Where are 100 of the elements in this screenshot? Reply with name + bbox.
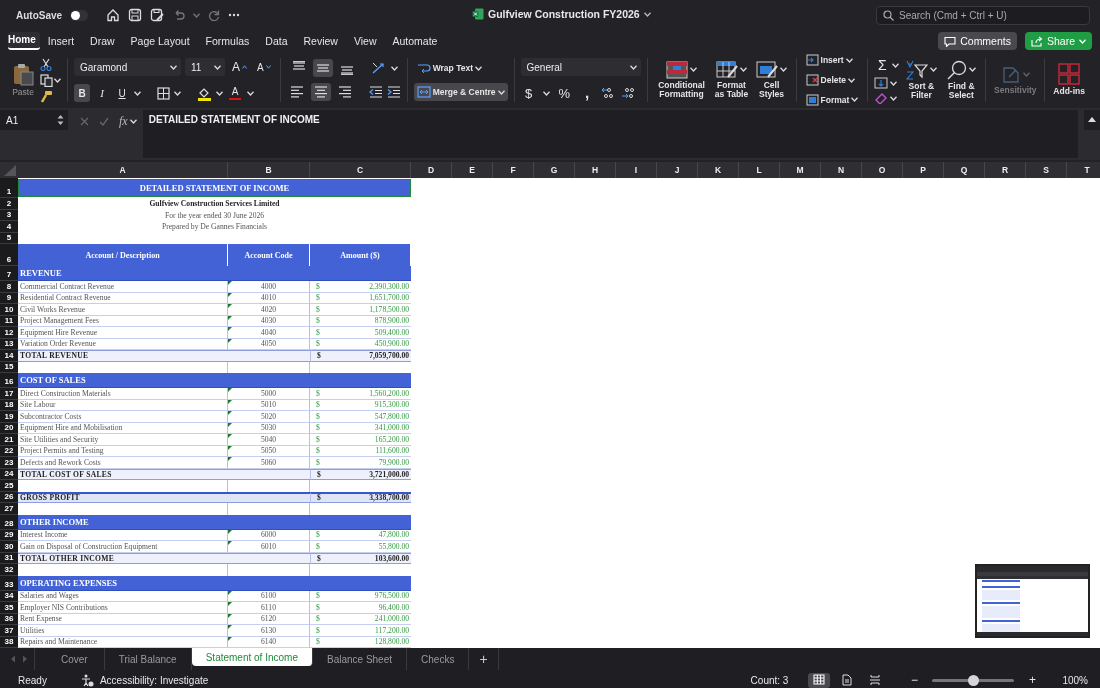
error-indicator-icon[interactable] bbox=[228, 315, 232, 320]
fill-down-icon[interactable] bbox=[874, 77, 889, 89]
column-header[interactable]: B bbox=[228, 162, 310, 178]
zoom-in-button[interactable]: + bbox=[1024, 671, 1041, 688]
column-header[interactable]: H bbox=[575, 162, 616, 178]
row-header[interactable]: 6 bbox=[0, 244, 18, 266]
sheet-tab[interactable]: Statement of Income bbox=[191, 648, 313, 666]
grow-font-button[interactable]: A bbox=[229, 58, 250, 76]
name-box[interactable]: A1 bbox=[0, 110, 68, 130]
row-header[interactable]: 21 bbox=[0, 434, 18, 446]
row-header[interactable]: 23 bbox=[0, 457, 18, 469]
error-indicator-icon[interactable] bbox=[228, 399, 232, 404]
autosum-button[interactable]: Σ bbox=[874, 56, 891, 74]
italic-button[interactable]: I bbox=[94, 84, 110, 102]
insert-cells-button[interactable]: Insert bbox=[802, 52, 856, 69]
ribbon-tab[interactable]: Data bbox=[257, 31, 296, 51]
column-header[interactable]: I bbox=[616, 162, 657, 178]
error-indicator-icon[interactable] bbox=[228, 613, 232, 618]
format-cells-button[interactable]: Format bbox=[802, 91, 862, 108]
merge-centre-button[interactable]: Merge & Centre bbox=[413, 83, 508, 101]
error-indicator-icon[interactable] bbox=[228, 281, 232, 285]
ribbon-tab[interactable]: Draw bbox=[82, 31, 123, 51]
shrink-font-button[interactable]: A bbox=[254, 58, 274, 76]
row-header[interactable]: 30 bbox=[0, 541, 18, 553]
zoom-thumb[interactable] bbox=[968, 674, 980, 686]
increase-decimal-icon[interactable] bbox=[601, 87, 616, 99]
font-size-dropdown[interactable]: 11 bbox=[185, 58, 225, 76]
error-indicator-icon[interactable] bbox=[228, 304, 232, 308]
sort-filter-button[interactable]: Sort & Filter bbox=[903, 59, 940, 101]
column-header[interactable]: C bbox=[310, 162, 411, 178]
ribbon-tab[interactable]: Home bbox=[8, 32, 40, 50]
save-icon[interactable] bbox=[128, 8, 143, 22]
more-icon[interactable] bbox=[228, 13, 241, 17]
cut-icon[interactable] bbox=[40, 57, 52, 71]
column-header[interactable]: F bbox=[493, 162, 534, 178]
error-indicator-icon[interactable] bbox=[228, 411, 232, 415]
ribbon-tab[interactable]: Page Layout bbox=[122, 31, 198, 51]
title-banner[interactable]: DETAILED STATEMENT OF INCOME bbox=[18, 179, 411, 197]
column-header[interactable]: E bbox=[452, 162, 493, 178]
error-indicator-icon[interactable] bbox=[228, 590, 232, 595]
row-header[interactable]: 16 bbox=[0, 373, 18, 388]
zoom-out-button[interactable]: − bbox=[906, 671, 923, 688]
column-header[interactable]: K bbox=[698, 162, 739, 178]
collapse-icon[interactable] bbox=[1084, 110, 1100, 130]
row-header[interactable]: 17 bbox=[0, 388, 18, 400]
row-header[interactable]: 25 bbox=[0, 480, 18, 492]
decrease-indent-icon[interactable] bbox=[368, 86, 383, 98]
column-header[interactable]: G bbox=[534, 162, 575, 178]
error-indicator-icon[interactable] bbox=[228, 338, 232, 343]
search-box[interactable]: Search (Cmd + Ctrl + U) bbox=[876, 5, 1090, 25]
autosave-toggle[interactable] bbox=[70, 9, 89, 21]
sheet-preview-drawing[interactable] bbox=[975, 564, 1090, 638]
error-indicator-icon[interactable] bbox=[228, 388, 232, 392]
format-as-table-button[interactable]: Format as Table bbox=[711, 60, 752, 100]
error-indicator-icon[interactable] bbox=[228, 327, 232, 331]
column-header[interactable]: P bbox=[903, 162, 944, 178]
column-header[interactable]: S bbox=[1026, 162, 1067, 178]
row-header[interactable]: 4 bbox=[0, 221, 18, 233]
error-indicator-icon[interactable] bbox=[228, 529, 232, 534]
insert-function-button[interactable]: fx bbox=[119, 113, 128, 129]
error-indicator-icon[interactable] bbox=[228, 292, 232, 297]
error-indicator-icon[interactable] bbox=[228, 434, 232, 438]
comma-style-button[interactable]: , bbox=[579, 84, 596, 102]
column-header[interactable]: O bbox=[862, 162, 903, 178]
row-header[interactable]: 27 bbox=[0, 503, 18, 515]
borders-icon[interactable] bbox=[157, 86, 170, 100]
caret-icon[interactable] bbox=[643, 11, 651, 17]
decrease-decimal-icon[interactable] bbox=[621, 87, 636, 99]
column-header[interactable]: M bbox=[780, 162, 821, 178]
column-header[interactable]: L bbox=[739, 162, 780, 178]
row-header[interactable]: 32 bbox=[0, 564, 18, 576]
paste-button[interactable]: Paste bbox=[10, 62, 36, 98]
format-painter-icon[interactable] bbox=[40, 89, 53, 103]
row-header[interactable]: 35 bbox=[0, 602, 18, 614]
error-indicator-icon[interactable] bbox=[228, 625, 232, 629]
accessibility-status[interactable]: Accessibility: Investigate bbox=[99, 674, 209, 686]
save-edit-icon[interactable] bbox=[150, 8, 165, 22]
row-header[interactable]: 12 bbox=[0, 327, 18, 339]
ribbon-tab[interactable]: Review bbox=[295, 31, 346, 51]
conditional-formatting-button[interactable]: Conditional Formatting bbox=[653, 60, 710, 100]
cell-styles-button[interactable]: Cell Styles bbox=[753, 60, 790, 100]
search-field[interactable]: Search (Cmd + Ctrl + U) bbox=[899, 9, 1069, 21]
column-header[interactable]: R bbox=[985, 162, 1026, 178]
column-header[interactable]: Q bbox=[944, 162, 985, 178]
formula-field[interactable]: DETAILED STATEMENT OF INCOME bbox=[142, 110, 1078, 158]
column-header[interactable]: T bbox=[1067, 162, 1100, 178]
row-header[interactable]: 8 bbox=[0, 281, 18, 293]
share-button[interactable]: Share bbox=[1024, 32, 1092, 50]
row-header[interactable]: 1 bbox=[0, 178, 18, 198]
copy-icon[interactable] bbox=[40, 73, 53, 87]
error-indicator-icon[interactable] bbox=[228, 602, 232, 606]
ribbon-tab[interactable]: View bbox=[345, 31, 385, 51]
column-header[interactable]: N bbox=[821, 162, 862, 178]
underline-button[interactable]: U bbox=[114, 84, 130, 102]
ribbon-tab[interactable]: Automate bbox=[384, 31, 446, 51]
row-header[interactable]: 2 bbox=[0, 198, 18, 210]
column-header[interactable]: D bbox=[411, 162, 452, 178]
align-middle-button[interactable] bbox=[313, 59, 334, 77]
find-select-button[interactable]: Find & Select bbox=[943, 59, 980, 101]
column-header[interactable]: A bbox=[18, 162, 228, 178]
